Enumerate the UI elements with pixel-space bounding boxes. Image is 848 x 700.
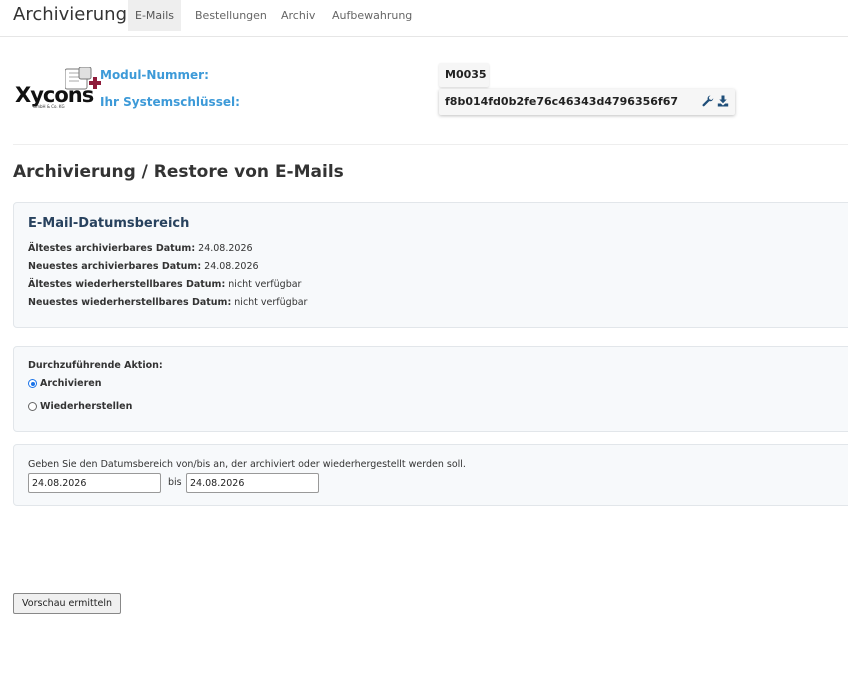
- radio-wiederherstellen-input[interactable]: [28, 402, 37, 411]
- action-label: Durchzuführende Aktion:: [28, 360, 163, 371]
- oldest-restorable-date: Ältestes wiederherstellbares Datum: nich…: [28, 279, 302, 290]
- tab-aufbewahrung[interactable]: Aufbewahrung: [325, 0, 419, 31]
- range-instruction: Geben Sie den Datumsbereich von/bis an, …: [28, 459, 466, 470]
- date-to-input[interactable]: [186, 473, 319, 493]
- newest-restorable-date: Neuestes wiederherstellbares Datum: nich…: [28, 297, 308, 308]
- radio-archivieren-input[interactable]: [28, 379, 37, 388]
- newest-archivable-date: Neuestes archivierbares Datum: 24.08.202…: [28, 261, 259, 272]
- tab-archiv[interactable]: Archiv: [274, 0, 322, 31]
- systemschluessel-label: Ihr Systemschlüssel:: [100, 95, 240, 109]
- logo-subtitle: GmbH & Co. KG: [33, 104, 65, 109]
- app-brand[interactable]: Archivierung: [13, 4, 127, 25]
- top-navbar: Archivierung E-Mails Bestellungen Archiv…: [0, 0, 848, 37]
- modul-nummer-value: M0035: [439, 63, 489, 87]
- wrench-icon[interactable]: [702, 95, 714, 107]
- radio-archivieren[interactable]: Archivieren: [28, 378, 101, 389]
- download-icon[interactable]: [717, 95, 729, 107]
- modul-nummer-label: Modul-Nummer:: [100, 68, 209, 82]
- systemschluessel-value: f8b014fd0b2fe76c46343d4796356f67: [439, 89, 735, 115]
- action-panel: Durchzuführende Aktion: Archivieren Wied…: [13, 346, 848, 432]
- bis-label: bis: [168, 477, 182, 488]
- section-divider: [13, 144, 848, 145]
- date-from-input[interactable]: [28, 473, 161, 493]
- oldest-archivable-date: Ältestes archivierbares Datum: 24.08.202…: [28, 243, 253, 254]
- company-logo: Xycons GmbH & Co. KG: [15, 67, 103, 115]
- tab-emails[interactable]: E-Mails: [128, 0, 181, 31]
- page-title: Archivierung / Restore von E-Mails: [13, 162, 344, 182]
- range-input-panel: Geben Sie den Datumsbereich von/bis an, …: [13, 444, 848, 506]
- date-range-panel: E-Mail-Datumsbereich Ältestes archivierb…: [13, 202, 848, 328]
- preview-button[interactable]: Vorschau ermitteln: [13, 593, 121, 614]
- radio-wiederherstellen[interactable]: Wiederherstellen: [28, 401, 132, 412]
- date-range-title: E-Mail-Datumsbereich: [28, 216, 190, 231]
- tab-bestellungen[interactable]: Bestellungen: [188, 0, 274, 31]
